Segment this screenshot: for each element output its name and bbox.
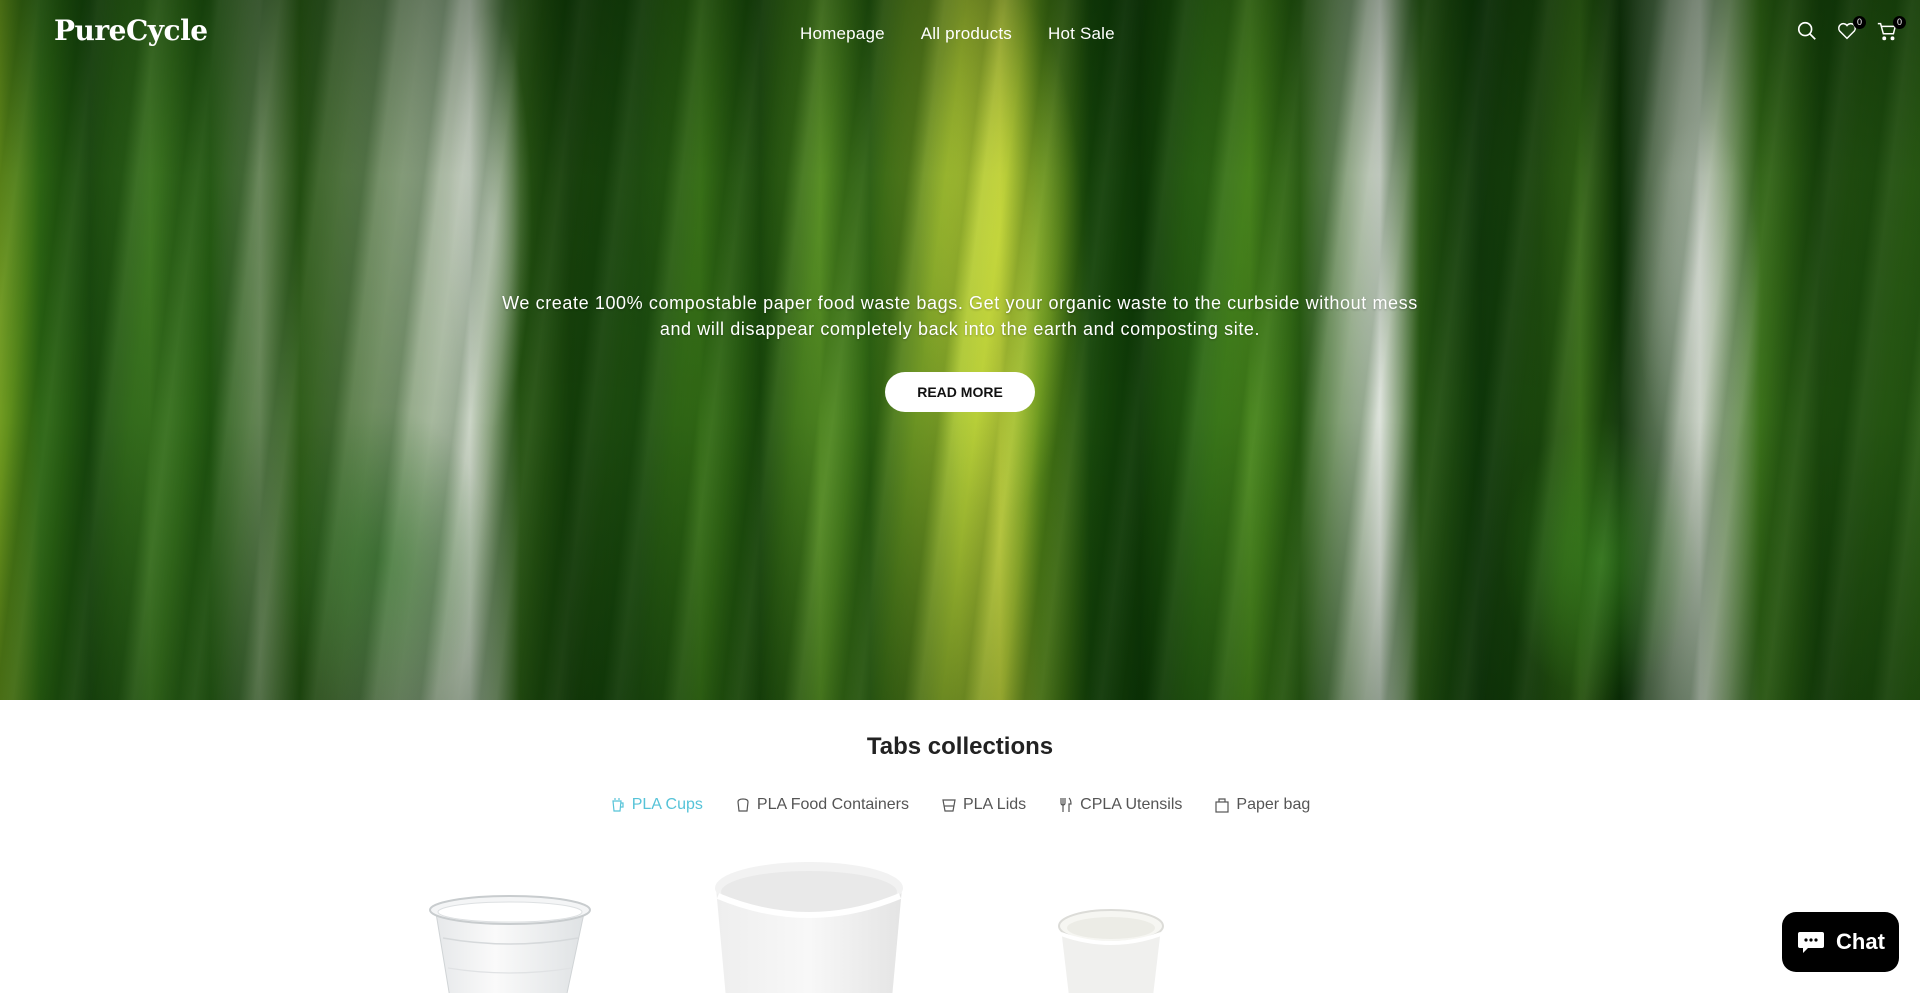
logo[interactable]: PureCycle bbox=[54, 14, 208, 47]
tab-pla-food-containers[interactable]: PLA Food Containers bbox=[735, 796, 909, 814]
product-image-paper-cup[interactable] bbox=[712, 858, 906, 993]
chat-bubble-icon bbox=[1798, 932, 1825, 953]
product-image-small-cup[interactable] bbox=[1055, 906, 1167, 993]
cart-button[interactable]: 0 bbox=[1876, 16, 1906, 42]
header-icons: 0 0 bbox=[1796, 16, 1906, 42]
section-title: Tabs collections bbox=[866, 733, 1054, 760]
tab-label: CPLA Utensils bbox=[1080, 796, 1183, 813]
cart-count-badge: 0 bbox=[1893, 16, 1906, 29]
chat-label: Chat bbox=[1836, 929, 1885, 954]
collection-tabs: PLA Cups PLA Food Containers PLA Lids CP… bbox=[0, 796, 1920, 814]
utensils-icon bbox=[1060, 797, 1072, 812]
nav-homepage[interactable]: Homepage bbox=[800, 24, 885, 44]
container-icon bbox=[737, 798, 749, 812]
tab-pla-lids[interactable]: PLA Lids bbox=[941, 796, 1026, 814]
tab-label: PLA Food Containers bbox=[756, 796, 909, 813]
cup-icon bbox=[612, 798, 624, 812]
main-nav: Homepage All products Hot Sale bbox=[800, 24, 1115, 44]
nav-all-products[interactable]: All products bbox=[921, 24, 1012, 44]
bag-icon bbox=[1215, 798, 1230, 813]
wishlist-button[interactable]: 0 bbox=[1836, 16, 1866, 42]
hero-text: We create 100% compostable paper food wa… bbox=[502, 293, 1418, 339]
tab-pla-cups[interactable]: PLA Cups bbox=[610, 796, 703, 814]
product-grid bbox=[0, 850, 1920, 993]
tab-label: PLA Lids bbox=[962, 796, 1027, 813]
tab-label: PLA Cups bbox=[631, 796, 703, 813]
lid-icon bbox=[942, 799, 956, 812]
nav-hot-sale[interactable]: Hot Sale bbox=[1048, 24, 1115, 44]
product-image-clear-cup[interactable] bbox=[428, 888, 592, 993]
chat-button[interactable]: Chat bbox=[1782, 912, 1899, 972]
tab-paper-bag[interactable]: Paper bag bbox=[1214, 796, 1310, 814]
tab-label: Paper bag bbox=[1236, 796, 1311, 813]
site-header: PureCycle Homepage All products Hot Sale… bbox=[0, 0, 1920, 70]
tab-cpla-utensils[interactable]: CPLA Utensils bbox=[1058, 796, 1182, 814]
search-icon[interactable] bbox=[1796, 20, 1818, 42]
read-more-button[interactable]: READ MORE bbox=[885, 372, 1035, 412]
hero-content: We create 100% compostable paper food wa… bbox=[0, 290, 1920, 412]
wishlist-count-badge: 0 bbox=[1853, 16, 1866, 29]
